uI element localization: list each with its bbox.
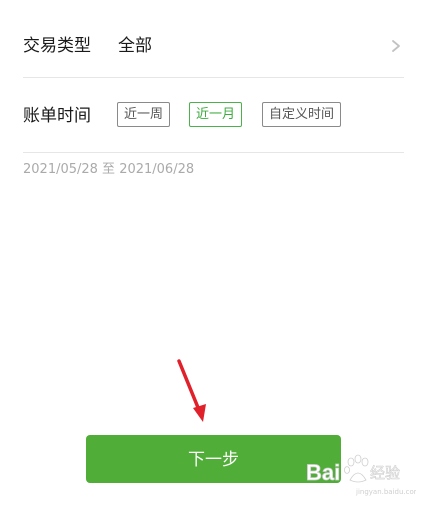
svg-text:jingyan.baidu.com: jingyan.baidu.com: [355, 488, 416, 496]
bill-time-label: 账单时间: [23, 106, 91, 126]
transaction-type-value: 全部: [118, 36, 152, 56]
transaction-type-row[interactable]: 交易类型 全部: [23, 28, 404, 68]
svg-text:Bai: Bai: [306, 460, 340, 485]
date-range-text: 2021/05/28 至 2021/06/28: [23, 162, 195, 177]
next-step-button[interactable]: 下一步: [86, 435, 341, 483]
bill-time-row: 账单时间 近一周 近一月 自定义时间: [23, 98, 404, 134]
screen: 交易类型 全部 账单时间 近一周 近一月 自定义时间 2021/05/28 至 …: [0, 0, 424, 505]
option-custom-time[interactable]: 自定义时间: [262, 102, 342, 127]
divider: [23, 152, 404, 153]
chevron-right-icon: [392, 40, 400, 52]
baidu-watermark-logo: Bai 经验 jingyan.baidu.com: [306, 454, 416, 496]
divider: [23, 77, 404, 78]
red-arrow-annotation: [177, 359, 206, 422]
svg-text:经验: 经验: [370, 464, 400, 482]
transaction-type-label: 交易类型: [23, 36, 91, 56]
option-last-month[interactable]: 近一月: [189, 102, 243, 127]
option-last-week[interactable]: 近一周: [117, 102, 171, 127]
